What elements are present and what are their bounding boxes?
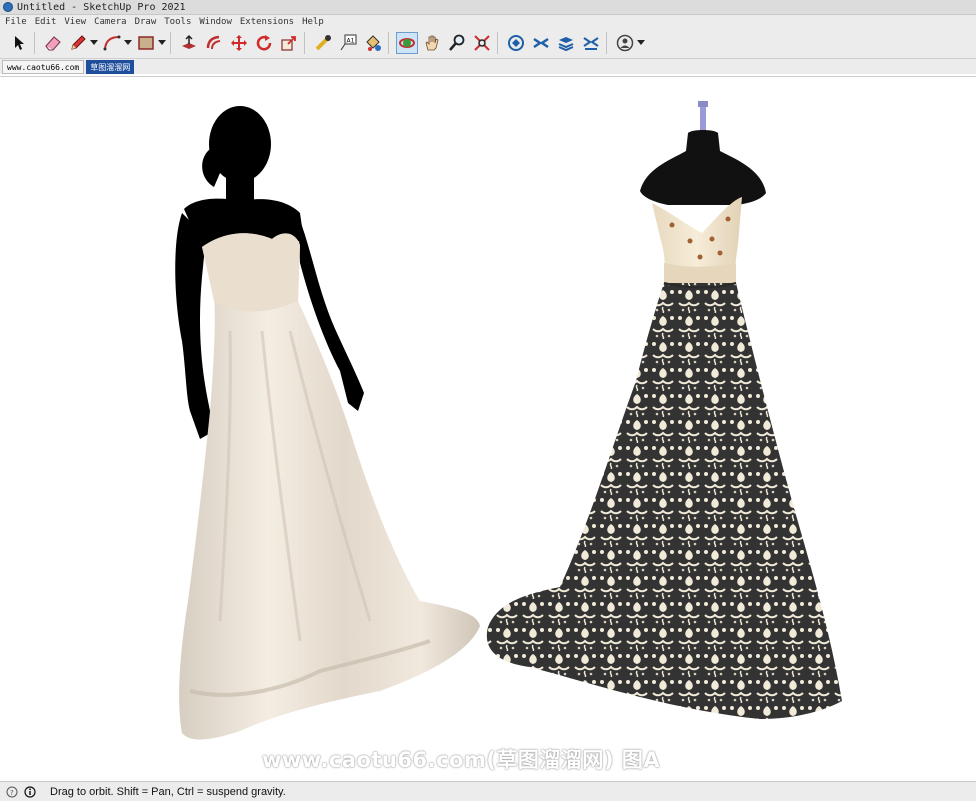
user-account-dropdown[interactable]	[637, 32, 645, 54]
pencil-dropdown[interactable]	[90, 32, 98, 54]
menu-tools[interactable]: Tools	[164, 17, 191, 27]
orbit-icon	[399, 38, 415, 48]
watermark-text: www.caotu66.com(草图溜溜网) 图A	[262, 748, 661, 772]
rectangle-dropdown[interactable]	[158, 32, 166, 54]
toolbar-separator	[606, 32, 607, 54]
scale-icon	[281, 36, 296, 51]
chevron-down-icon	[637, 40, 645, 45]
paint-bucket-tool-button[interactable]	[362, 32, 384, 54]
paint-bucket-icon	[366, 35, 381, 51]
toolbar-separator	[170, 32, 171, 54]
scene-tab-website[interactable]: www.caotu66.com	[2, 60, 85, 74]
select-arrow-icon	[15, 36, 24, 50]
toolbar-separator	[388, 32, 389, 54]
menu-extensions[interactable]: Extensions	[240, 17, 294, 27]
offset-icon	[206, 35, 221, 50]
main-toolbar: A1	[0, 28, 976, 59]
menu-draw[interactable]: Draw	[135, 17, 157, 27]
move-icon	[231, 35, 247, 51]
push-pull-tool-button[interactable]	[178, 32, 200, 54]
pencil-tool-button[interactable]	[67, 32, 89, 54]
scene-tabs: www.caotu66.com 草图溜溜网	[0, 59, 976, 74]
toolbar-separator	[304, 32, 305, 54]
chevron-down-icon	[90, 40, 98, 45]
menu-bar: File Edit View Camera Draw Tools Window …	[0, 15, 976, 28]
extension-warehouse-button[interactable]	[530, 32, 552, 54]
sketchup-logo-icon	[3, 2, 13, 12]
model-viewport[interactable]	[0, 76, 976, 782]
rotate-icon	[256, 35, 272, 51]
geo-location-icon: ?	[6, 786, 17, 797]
mannequin-form	[640, 101, 766, 205]
tape-measure-icon	[315, 35, 331, 51]
extension-manager-icon	[583, 37, 599, 50]
menu-help[interactable]: Help	[302, 17, 324, 27]
select-tool-button[interactable]	[8, 32, 30, 54]
pencil-icon	[71, 35, 86, 50]
orbit-tool-button[interactable]	[396, 32, 418, 54]
text-icon: A1	[340, 34, 357, 51]
white-satin-gown	[179, 233, 480, 740]
move-tool-button[interactable]	[228, 32, 250, 54]
menu-edit[interactable]: Edit	[35, 17, 57, 27]
user-account-icon	[616, 34, 634, 52]
title-bar: Untitled - SketchUp Pro 2021	[0, 0, 976, 15]
text-tool-button[interactable]: A1	[337, 32, 359, 54]
chevron-down-icon	[158, 40, 166, 45]
zoom-extents-icon	[474, 35, 490, 51]
zoom-tool-button[interactable]	[446, 32, 468, 54]
zoom-extents-tool-button[interactable]	[471, 32, 493, 54]
warehouse-button[interactable]	[505, 32, 527, 54]
info-icon	[23, 785, 36, 798]
toolbar-separator	[497, 32, 498, 54]
svg-text:A1: A1	[347, 38, 355, 45]
geo-location-status-button[interactable]: ?	[5, 785, 18, 798]
extension-warehouse-icon	[533, 37, 549, 49]
warehouse-icon	[508, 35, 524, 51]
menu-view[interactable]: View	[64, 17, 86, 27]
rectangle-tool-button[interactable]	[135, 32, 157, 54]
status-bar: ? Drag to orbit. Shift = Pan, Ctrl = sus…	[0, 781, 976, 801]
layout-icon	[558, 37, 574, 52]
arc-tool-button[interactable]	[101, 32, 123, 54]
lace-ball-gown	[486, 197, 842, 719]
menu-file[interactable]: File	[5, 17, 27, 27]
eraser-icon	[45, 36, 61, 51]
status-message: Drag to orbit. Shift = Pan, Ctrl = suspe…	[50, 785, 286, 798]
rectangle-icon	[138, 36, 154, 50]
menu-window[interactable]: Window	[199, 17, 232, 27]
eraser-tool-button[interactable]	[42, 32, 64, 54]
arc-icon	[103, 35, 121, 51]
rotate-tool-button[interactable]	[253, 32, 275, 54]
user-account-button[interactable]	[614, 32, 636, 54]
scale-tool-button[interactable]	[278, 32, 300, 54]
layout-button[interactable]	[555, 32, 577, 54]
pan-tool-button[interactable]	[421, 32, 443, 54]
offset-tool-button[interactable]	[203, 32, 225, 54]
window-title: Untitled - SketchUp Pro 2021	[17, 1, 186, 13]
zoom-icon	[449, 34, 465, 51]
chevron-down-icon	[124, 40, 132, 45]
scene-tab-caotu[interactable]: 草图溜溜网	[86, 60, 135, 74]
push-pull-icon	[182, 34, 196, 49]
svg-text:?: ?	[10, 789, 14, 797]
toolbar-separator	[34, 32, 35, 54]
instructor-status-button[interactable]	[23, 785, 36, 798]
extension-manager-button[interactable]	[580, 32, 602, 54]
model-scene	[175, 101, 842, 740]
menu-camera[interactable]: Camera	[94, 17, 127, 27]
pan-icon	[425, 35, 439, 51]
tape-measure-tool-button[interactable]	[312, 32, 334, 54]
arc-dropdown[interactable]	[124, 32, 132, 54]
